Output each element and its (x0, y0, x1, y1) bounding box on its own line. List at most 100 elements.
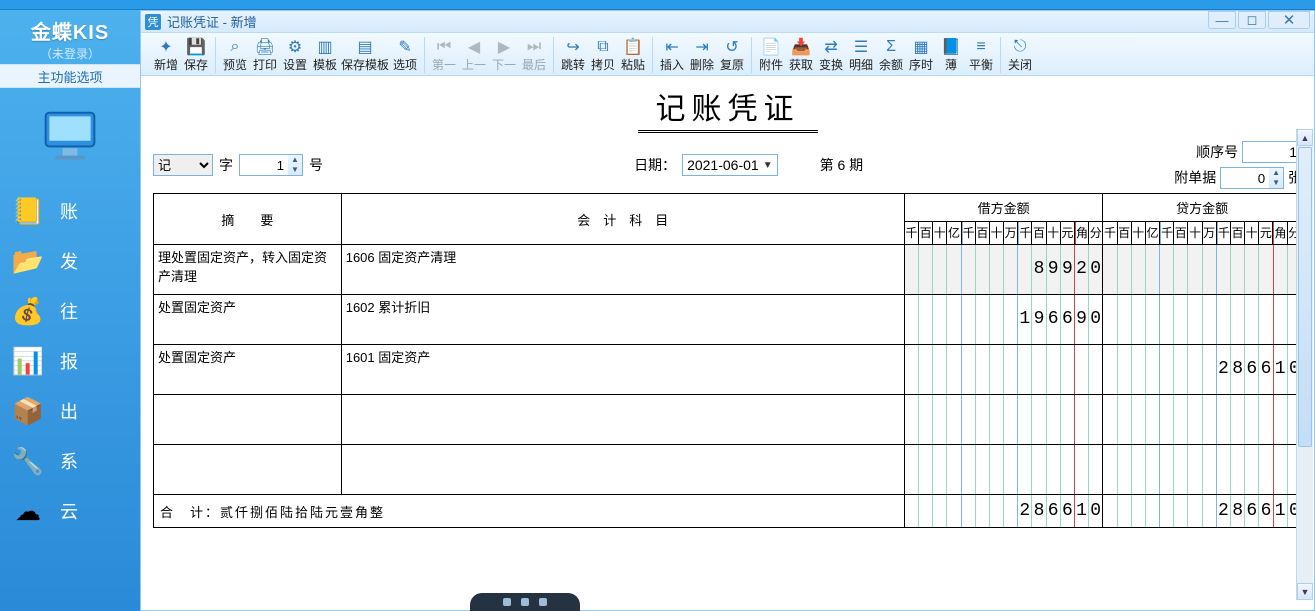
sidebar-icon: 💰 (12, 296, 44, 327)
attach-input[interactable]: ▲▼ (1220, 167, 1284, 189)
window-min-button[interactable]: — (1208, 11, 1236, 29)
toolbar-insert-button[interactable]: ⇤插入 (657, 37, 687, 73)
toolbar-book-button[interactable]: 📘薄 (936, 37, 966, 73)
spin-down[interactable]: ▼ (1269, 178, 1283, 188)
spin-down[interactable]: ▼ (288, 165, 302, 175)
toolbar-new-button[interactable]: ✦新增 (151, 37, 181, 73)
digit-cell (1187, 245, 1201, 294)
toolbar-tpl-button[interactable]: ▥模板 (310, 37, 340, 73)
digit-cell: 2 (1216, 495, 1230, 527)
toolbar-copy-button[interactable]: ⧉拷贝 (588, 37, 618, 73)
window-max-button[interactable]: ◻ (1238, 11, 1266, 29)
credit-cell[interactable] (1103, 295, 1302, 345)
credit-cell[interactable] (1103, 445, 1302, 495)
sidebar-home[interactable] (0, 92, 140, 182)
debit-cell[interactable] (904, 345, 1102, 395)
table-row[interactable] (154, 395, 1302, 445)
sidebar-item-1[interactable]: 📂发 (0, 236, 140, 286)
summary-cell[interactable] (154, 395, 342, 445)
voucher-date-input[interactable]: 2021-06-01 ▼ (682, 154, 778, 176)
seq-value[interactable]: 1 (1242, 141, 1302, 163)
summary-cell[interactable]: 处置固定资产 (154, 295, 342, 345)
sidebar-item-6[interactable]: ☁云 (0, 486, 140, 536)
unit-header: 十 (933, 222, 946, 244)
scroll-down-button[interactable]: ▼ (1297, 583, 1313, 600)
spin-up[interactable]: ▲ (1269, 168, 1283, 178)
toolbar-savetpl-button[interactable]: ▤保存模板 (340, 37, 390, 73)
toolbar-fetch-button[interactable]: 📥获取 (786, 37, 816, 73)
credit-cell[interactable] (1103, 245, 1302, 295)
table-row[interactable] (154, 445, 1302, 495)
toolbar-attach-button[interactable]: 📄附件 (756, 37, 786, 73)
toolbar-jump-button[interactable]: ↪跳转 (558, 37, 588, 73)
toolbar-opt-button[interactable]: ✎选项 (390, 37, 420, 73)
sidebar-tab[interactable]: 主功能选项 (0, 64, 140, 88)
toolbar-seq-button[interactable]: ▦序时 (906, 37, 936, 73)
table-row[interactable]: 理处置固定资产，转入固定资产清理1606 固定资产清理89920 (154, 245, 1302, 295)
digit-cell: 2 (1216, 345, 1230, 394)
toolbar-bal-button[interactable]: Σ余额 (876, 37, 906, 73)
toolbar-preview-button[interactable]: ⌕预览 (220, 37, 250, 73)
sidebar-item-0[interactable]: 📒账 (0, 186, 140, 236)
unit-header: 千 (962, 222, 975, 244)
summary-cell[interactable]: 理处置固定资产，转入固定资产清理 (154, 245, 342, 295)
date-label: 日期： (634, 155, 676, 175)
attach-field[interactable] (1221, 168, 1269, 188)
toolbar-swap-button[interactable]: ⇄变换 (816, 37, 846, 73)
digit-cell (1017, 345, 1031, 394)
toolbar-restore-button[interactable]: ↺复原 (717, 37, 747, 73)
summary-cell[interactable]: 处置固定资产 (154, 345, 342, 395)
digit-cell (1202, 295, 1216, 344)
scroll-up-button[interactable]: ▲ (1297, 129, 1313, 146)
scroll-thumb[interactable] (1298, 147, 1312, 447)
swap-icon: ⇄ (824, 37, 837, 57)
window-close-button[interactable]: ✕ (1268, 11, 1310, 29)
debit-cell[interactable]: 89920 (904, 245, 1102, 295)
toolbar-print-button[interactable]: 🖨打印 (250, 37, 280, 73)
digit-cell (1031, 445, 1045, 494)
voucher-no-input[interactable]: ▲▼ (239, 154, 303, 176)
bottom-pill[interactable] (470, 593, 580, 611)
toolbar-balance-button[interactable]: ≡平衡 (966, 37, 996, 73)
summary-cell[interactable] (154, 445, 342, 495)
date-dropdown-icon[interactable]: ▼ (763, 160, 773, 171)
debit-cell[interactable]: 196690 (904, 295, 1102, 345)
digit-cell (975, 445, 989, 494)
toolbar-paste-button[interactable]: 📋粘贴 (618, 37, 648, 73)
account-cell[interactable] (341, 445, 904, 495)
account-cell[interactable]: 1606 固定资产清理 (341, 245, 904, 295)
toolbar-label: 明细 (849, 57, 873, 73)
voucher-grid[interactable]: 摘 要 会 计 科 目 借方金额 贷方金额 千百十亿千百十万千百十元角分千百十亿… (153, 193, 1302, 528)
account-cell[interactable]: 1601 固定资产 (341, 345, 904, 395)
vertical-scrollbar[interactable]: ▲ ▼ (1296, 129, 1313, 600)
sidebar-item-4[interactable]: 📦出 (0, 386, 140, 436)
toolbar-setup-button[interactable]: ⚙设置 (280, 37, 310, 73)
unit-header: 亿 (1146, 222, 1159, 244)
account-cell[interactable] (341, 395, 904, 445)
toolbar-label: 模板 (313, 57, 337, 73)
toolbar-label: 粘贴 (621, 57, 645, 73)
toolbar-detail-button[interactable]: ☰明细 (846, 37, 876, 73)
digit-cell (946, 245, 960, 294)
sidebar-item-2[interactable]: 💰往 (0, 286, 140, 336)
sidebar-item-3[interactable]: 📊报 (0, 336, 140, 386)
first-icon: ⏮ (437, 37, 451, 57)
voucher-word-select[interactable]: 记 (153, 154, 213, 176)
digit-cell (975, 395, 989, 444)
voucher-no-field[interactable] (240, 155, 288, 175)
debit-cell[interactable] (904, 395, 1102, 445)
table-row[interactable]: 处置固定资产1602 累计折旧196690 (154, 295, 1302, 345)
digit-cell: 1 (1074, 495, 1088, 527)
debit-cell[interactable] (904, 445, 1102, 495)
table-row[interactable]: 处置固定资产1601 固定资产 286610 (154, 345, 1302, 395)
digit-cell (975, 345, 989, 394)
account-cell[interactable]: 1602 累计折旧 (341, 295, 904, 345)
spin-up[interactable]: ▲ (288, 155, 302, 165)
digit-cell (989, 345, 1003, 394)
toolbar-save-button[interactable]: 💾保存 (181, 37, 211, 73)
sidebar-item-5[interactable]: 🔧系 (0, 436, 140, 486)
toolbar-close-button[interactable]: ⎋关闭 (1005, 37, 1035, 73)
credit-cell[interactable]: 286610 (1103, 345, 1302, 395)
credit-cell[interactable] (1103, 395, 1302, 445)
toolbar-delete-button[interactable]: ⇥删除 (687, 37, 717, 73)
